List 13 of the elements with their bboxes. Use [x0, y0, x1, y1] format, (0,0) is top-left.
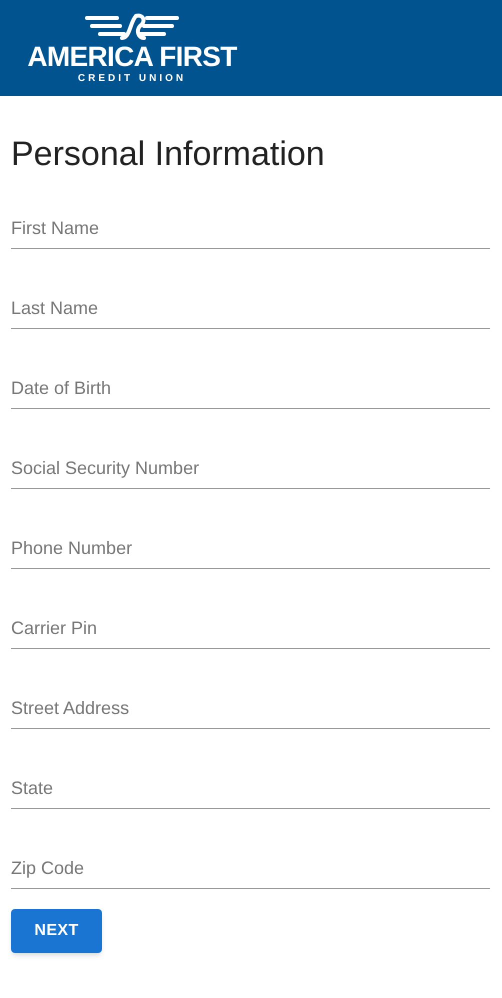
input-field[interactable]: Street Address: [11, 689, 490, 729]
input-field[interactable]: State: [11, 769, 490, 809]
page-title: Personal Information: [11, 134, 326, 174]
input-field[interactable]: Social Security Number: [11, 449, 490, 489]
next-button[interactable]: NEXT: [11, 909, 102, 953]
input-field[interactable]: Zip Code: [11, 849, 490, 889]
logo-subtitle: CREDIT UNION: [78, 72, 186, 86]
logo-title: AMERICA FIRST: [27, 42, 237, 72]
input-field[interactable]: First Name: [11, 209, 490, 249]
input-field[interactable]: Carrier Pin: [11, 609, 490, 649]
input-field[interactable]: Phone Number: [11, 529, 490, 569]
input-field[interactable]: Date of Birth: [11, 369, 490, 409]
input-field[interactable]: Last Name: [11, 289, 490, 329]
